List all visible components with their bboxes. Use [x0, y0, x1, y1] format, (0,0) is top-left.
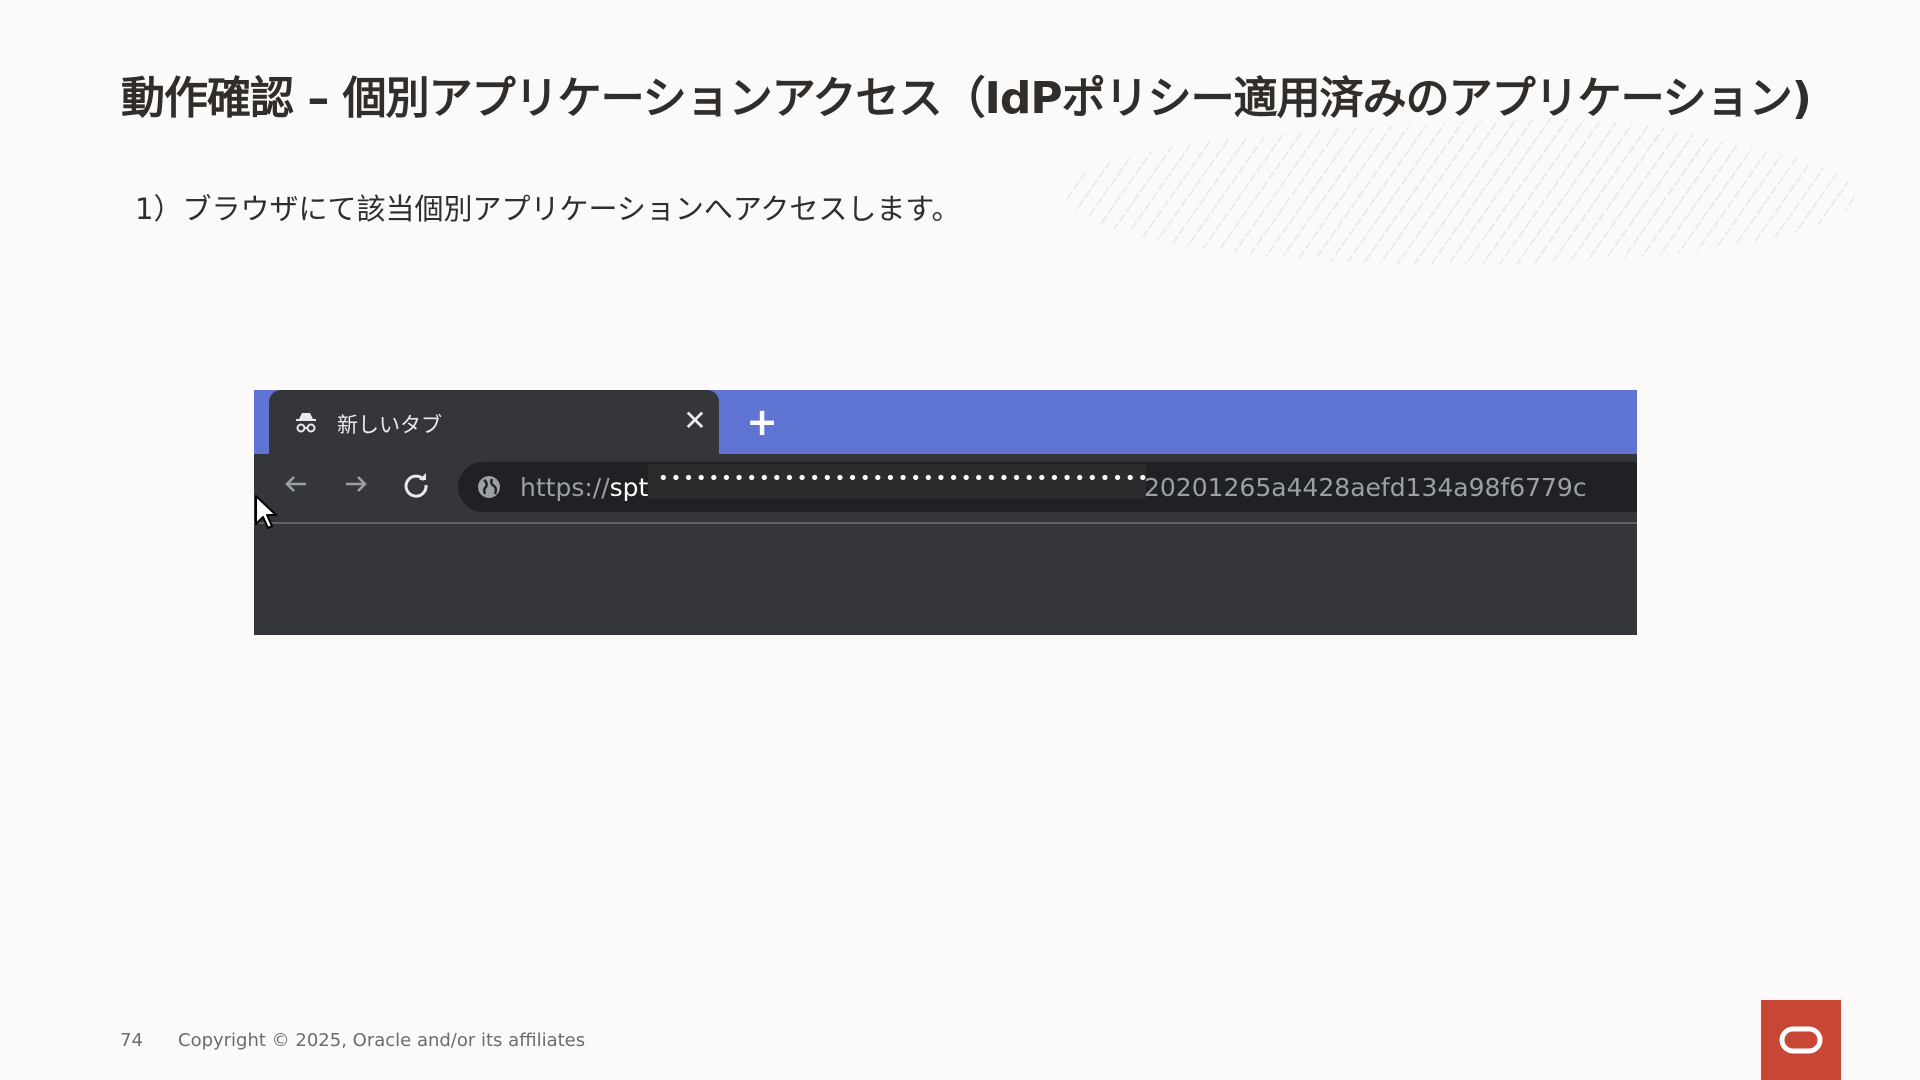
- close-tab-icon[interactable]: ✕: [679, 405, 711, 437]
- step-instruction: 1）ブラウザにて該当個別アプリケーションへアクセスします。: [135, 192, 961, 226]
- tab-title: 新しいタブ: [337, 413, 442, 437]
- forward-arrow-icon[interactable]: [340, 468, 372, 500]
- url-suffix: 20201265a4428aefd134a98f6779c: [1144, 473, 1587, 502]
- back-arrow-icon[interactable]: [280, 468, 312, 500]
- copyright-text: Copyright © 2025, Oracle and/or its affi…: [178, 1030, 586, 1051]
- oracle-logo: [1761, 1000, 1841, 1080]
- tab-strip: 新しいタブ ✕ +: [254, 390, 1637, 454]
- toolbar-divider: [254, 522, 1637, 524]
- page-number: 74: [120, 1030, 143, 1051]
- tab-new-tab[interactable]: 新しいタブ ✕: [269, 390, 719, 454]
- url-host: spt: [609, 473, 649, 502]
- globe-icon: [478, 476, 500, 498]
- mouse-cursor-icon: [255, 495, 277, 529]
- decorative-pattern: [1065, 118, 1855, 265]
- incognito-icon: [296, 413, 316, 433]
- url-redacted: ••••••••••••••••••••••••••••••••••••••••: [648, 464, 1146, 499]
- slide: 動作確認 – 個別アプリケーションアクセス（IdPポリシー適用済みのアプリケーシ…: [0, 0, 1920, 1080]
- new-tab-button[interactable]: +: [742, 402, 782, 442]
- url-prefix: https://spt: [520, 473, 649, 502]
- address-bar[interactable]: https://spt ••••••••••••••••••••••••••••…: [458, 462, 1637, 512]
- browser-toolbar: https://spt ••••••••••••••••••••••••••••…: [254, 454, 1637, 514]
- reload-icon[interactable]: [400, 468, 432, 500]
- browser-window: 新しいタブ ✕ + https://spt ••••••••••••••••••…: [254, 390, 1637, 635]
